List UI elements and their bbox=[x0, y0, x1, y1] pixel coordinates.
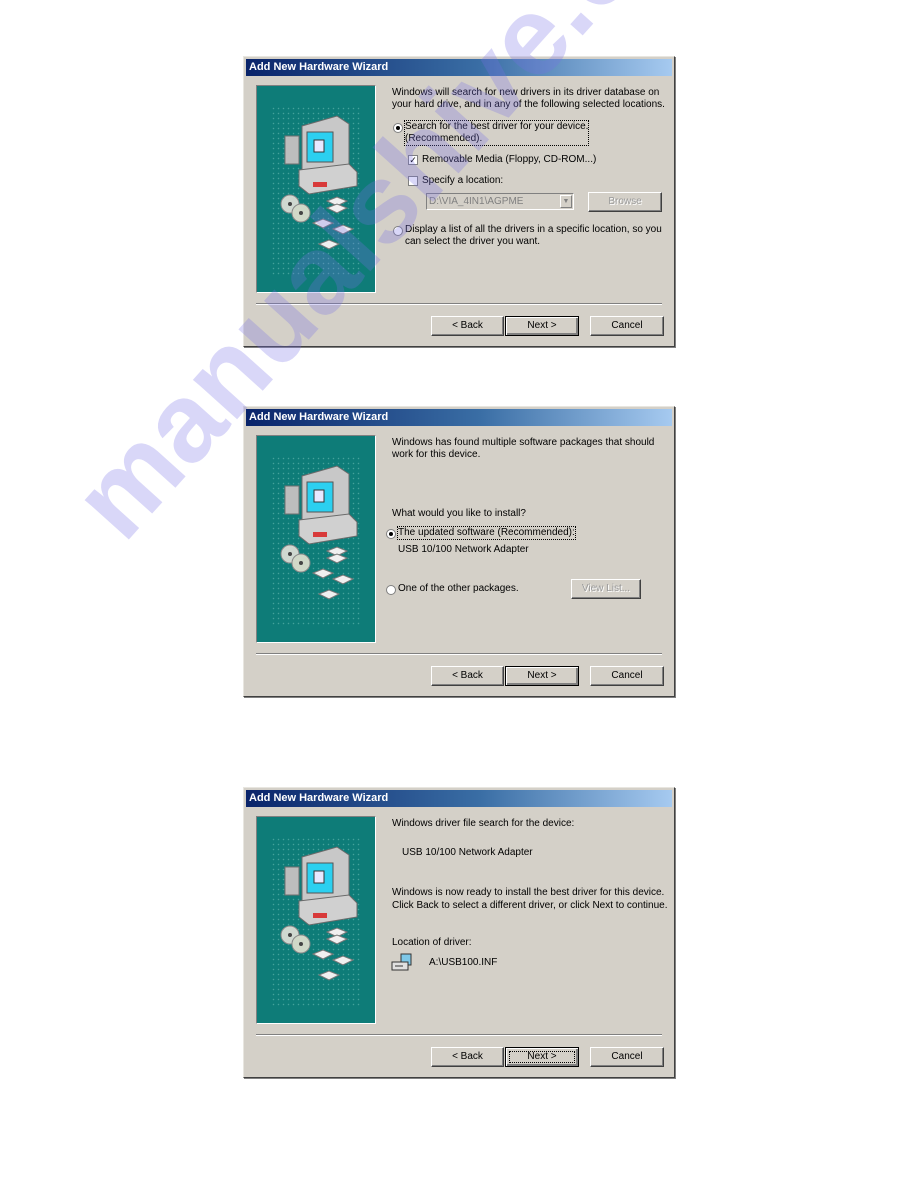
title-bar: Add New Hardware Wizard bbox=[246, 409, 672, 426]
location-combo[interactable]: D:\VIA_4IN1\AGPME ▼ bbox=[426, 193, 574, 210]
wizard-dialog-packages: Add New Hardware Wizard Windows has foun… bbox=[243, 406, 675, 697]
cancel-button[interactable]: Cancel bbox=[590, 666, 664, 686]
browse-button[interactable]: Browse bbox=[588, 192, 662, 212]
next-button[interactable]: Next > bbox=[505, 316, 579, 336]
checkbox-removable-media[interactable]: ✓ bbox=[408, 155, 418, 165]
computer-install-icon bbox=[280, 465, 358, 600]
radio-search-best-driver[interactable] bbox=[393, 123, 403, 133]
next-button[interactable]: Next > bbox=[505, 666, 579, 686]
separator bbox=[256, 653, 662, 655]
install-question: What would you like to install? bbox=[392, 508, 526, 519]
ready-text-line2: Click Back to select a different driver,… bbox=[392, 900, 668, 911]
title-bar: Add New Hardware Wizard bbox=[246, 59, 672, 76]
checkbox-specify-location[interactable] bbox=[408, 176, 418, 186]
wizard-dialog-search: Add New Hardware Wizard Windows will sea… bbox=[243, 56, 675, 347]
separator bbox=[256, 1034, 662, 1036]
radio-other-packages[interactable] bbox=[386, 585, 396, 595]
computer-install-icon bbox=[280, 115, 358, 250]
search-heading: Windows driver file search for the devic… bbox=[392, 818, 575, 829]
checkbox-specify-location-label[interactable]: Specify a location: bbox=[422, 175, 503, 187]
radio-display-list[interactable] bbox=[393, 226, 403, 236]
updated-device-name: USB 10/100 Network Adapter bbox=[398, 544, 529, 555]
back-button[interactable]: < Back bbox=[431, 666, 504, 686]
separator bbox=[256, 303, 662, 305]
intro-text-line1: Windows will search for new drivers in i… bbox=[392, 87, 660, 98]
next-button[interactable]: Next > bbox=[505, 1047, 579, 1067]
radio-display-label-line1: Display a list of all the drivers in a s… bbox=[405, 224, 662, 235]
ready-text-line1: Windows is now ready to install the best… bbox=[392, 887, 665, 898]
back-button[interactable]: < Back bbox=[431, 316, 504, 336]
radio-search-label-line1: Search for the best driver for your devi… bbox=[405, 121, 589, 132]
wizard-dialog-ready: Add New Hardware Wizard Windows driver f… bbox=[243, 787, 675, 1078]
location-label: Location of driver: bbox=[392, 937, 472, 948]
radio-search-label-line2: (Recommended). bbox=[405, 133, 483, 144]
wizard-illustration bbox=[256, 435, 376, 643]
floppy-drive-icon bbox=[391, 953, 412, 971]
checkbox-removable-media-label[interactable]: Removable Media (Floppy, CD-ROM...) bbox=[422, 154, 596, 166]
wizard-illustration bbox=[256, 816, 376, 1024]
driver-path: A:\USB100.INF bbox=[429, 957, 498, 968]
cancel-button[interactable]: Cancel bbox=[590, 316, 664, 336]
radio-search-label[interactable]: Search for the best driver for your devi… bbox=[403, 120, 590, 146]
radio-display-label-line2: can select the driver you want. bbox=[405, 236, 541, 247]
radio-updated-software-label[interactable]: The updated software (Recommended): bbox=[397, 526, 576, 540]
next-button-label: Next > bbox=[506, 1048, 578, 1066]
radio-display-label[interactable]: Display a list of all the drivers in a s… bbox=[405, 224, 662, 248]
view-list-button[interactable]: View List... bbox=[571, 579, 641, 599]
intro-text-line1: Windows has found multiple software pack… bbox=[392, 437, 655, 448]
dropdown-arrow-icon[interactable]: ▼ bbox=[560, 195, 572, 208]
intro-text-line2: your hard drive, and in any of the follo… bbox=[392, 99, 665, 110]
location-combo-value: D:\VIA_4IN1\AGPME bbox=[429, 196, 524, 207]
radio-other-packages-label[interactable]: One of the other packages. bbox=[398, 583, 519, 595]
wizard-illustration bbox=[256, 85, 376, 293]
radio-updated-software[interactable] bbox=[386, 529, 396, 539]
back-button[interactable]: < Back bbox=[431, 1047, 504, 1067]
title-bar: Add New Hardware Wizard bbox=[246, 790, 672, 807]
computer-install-icon bbox=[280, 846, 358, 981]
intro-text-line2: work for this device. bbox=[392, 449, 481, 460]
cancel-button[interactable]: Cancel bbox=[590, 1047, 664, 1067]
device-name: USB 10/100 Network Adapter bbox=[402, 847, 533, 858]
